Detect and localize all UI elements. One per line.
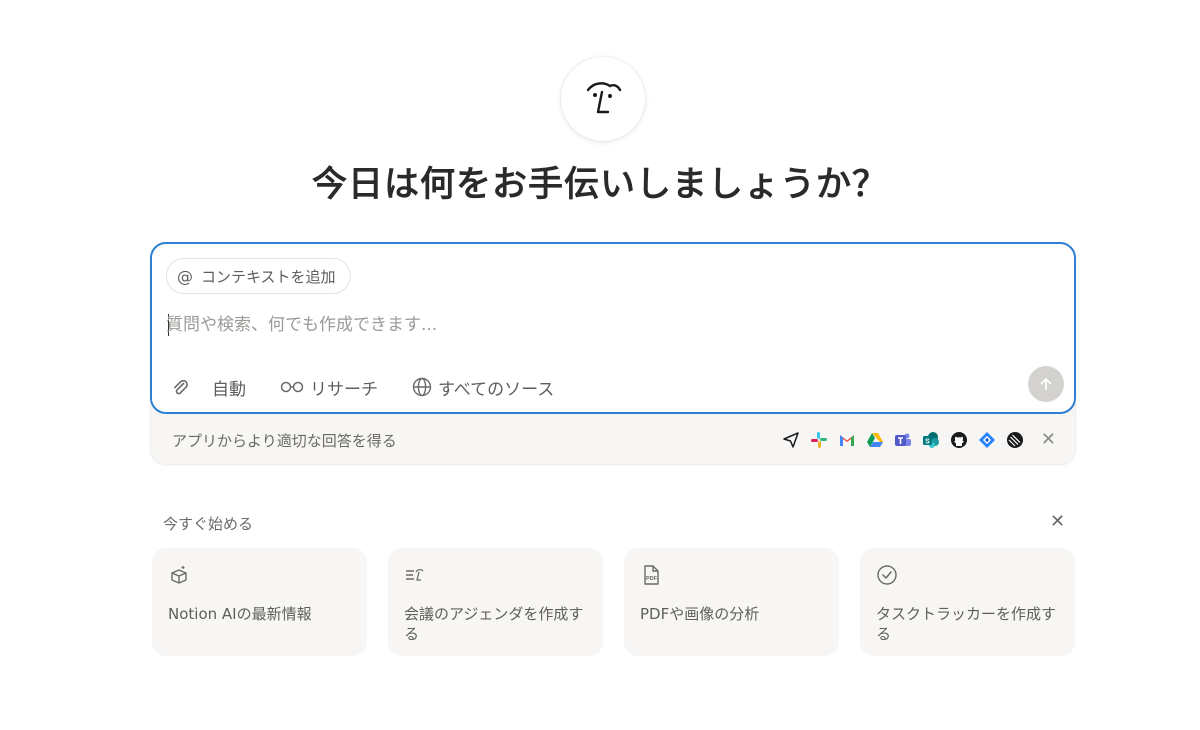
page-title: 今日は何をお手伝いしましょうか？ [311, 165, 888, 205]
github-icon[interactable] [950, 431, 968, 449]
research-button[interactable]: リサーチ [280, 375, 378, 400]
at-icon: @ [177, 266, 193, 286]
send-button[interactable] [1028, 366, 1064, 402]
face-icon [586, 82, 622, 114]
app-icon-list: S [782, 428, 1024, 452]
close-icon[interactable]: ✕ [1041, 429, 1056, 450]
prompt-box[interactable]: @ コンテキストを追加 自動 リサーチ [150, 242, 1076, 414]
connect-apps-bar[interactable]: アプリからより適切な回答を得る S ✕ [172, 428, 1062, 452]
sharepoint-icon[interactable]: S [922, 431, 940, 449]
suggestion-label: タスクトラッカーを作成する [876, 605, 1057, 643]
paperclip-icon [174, 379, 188, 395]
all-sources-button[interactable]: すべてのソース [412, 375, 554, 400]
globe-icon [412, 377, 432, 397]
gmail-icon[interactable] [838, 431, 856, 449]
add-context-label: コンテキストを追加 [201, 267, 336, 286]
connect-apps-text: アプリからより適切な回答を得る [172, 431, 397, 450]
arrow-up-icon [1040, 378, 1052, 390]
suggestion-label: PDFや画像の分析 [640, 605, 760, 623]
research-label: リサーチ [310, 379, 378, 400]
auto-mode-label: 自動 [212, 379, 246, 400]
attach-button[interactable] [170, 377, 190, 397]
box-sparkle-icon [171, 566, 187, 584]
suggestion-cards: Notion AIの最新情報 会議のアジェンダを作成する PDF PDFや画像の… [152, 548, 1075, 656]
teams-icon[interactable] [894, 431, 912, 449]
glasses-icon [280, 381, 304, 393]
check-circle-icon [877, 565, 897, 585]
prompt-toolbar: 自動 リサーチ すべてのソース [170, 372, 588, 402]
svg-text:S: S [925, 439, 930, 446]
agenda-icon [406, 568, 424, 581]
add-context-button[interactable]: @ コンテキストを追加 [166, 258, 351, 294]
pdf-icon: PDF [644, 565, 659, 585]
notion-ai-home: 今日は何をお手伝いしましょうか？ @ コンテキストを追加 自動 [0, 0, 1200, 730]
prompt-input[interactable] [166, 310, 1026, 340]
google-drive-icon[interactable] [866, 431, 884, 449]
suggestion-label: 会議のアジェンダを作成する [404, 605, 584, 643]
send-icon[interactable] [782, 431, 800, 449]
slack-icon[interactable] [810, 431, 828, 449]
suggestion-card-whats-new[interactable]: Notion AIの最新情報 [152, 548, 367, 656]
all-sources-label: すべてのソース [438, 379, 555, 400]
suggestion-card-pdf[interactable]: PDF PDFや画像の分析 [624, 548, 839, 656]
jira-icon[interactable] [978, 431, 996, 449]
notion-ai-face-logo [561, 57, 645, 141]
linear-icon[interactable] [1006, 431, 1024, 449]
svg-text:PDF: PDF [646, 576, 658, 582]
suggestion-label: Notion AIの最新情報 [168, 605, 312, 623]
suggestion-card-task-tracker[interactable]: タスクトラッカーを作成する [860, 548, 1075, 656]
get-started-title: 今すぐ始める [163, 515, 254, 533]
auto-mode-button[interactable]: 自動 [212, 375, 246, 400]
close-suggestions-icon[interactable]: ✕ [1050, 511, 1065, 532]
suggestion-card-agenda[interactable]: 会議のアジェンダを作成する [388, 548, 603, 656]
